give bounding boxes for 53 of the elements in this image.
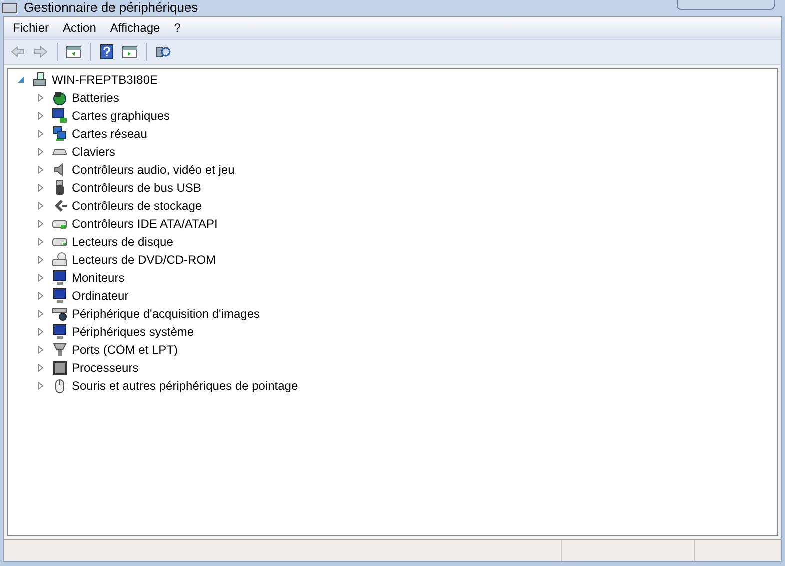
collapsed-arrow-icon[interactable] — [36, 345, 46, 355]
scanner-icon — [52, 306, 68, 322]
tree-item[interactable]: Contrôleurs de stockage — [72, 198, 202, 214]
collapsed-arrow-icon[interactable] — [36, 381, 46, 391]
window-icon — [2, 1, 18, 15]
monitor-icon — [52, 288, 68, 304]
tree-item[interactable]: Claviers — [72, 144, 116, 160]
tree-item[interactable]: Ports (COM et LPT) — [72, 342, 178, 358]
network-icon — [52, 126, 68, 142]
menu-item[interactable]: Fichier — [7, 19, 56, 37]
tree-item[interactable]: Contrôleurs IDE ATA/ATAPI — [72, 216, 218, 232]
menu-item[interactable]: ? — [168, 19, 187, 37]
collapsed-arrow-icon[interactable] — [36, 201, 46, 211]
tree-item[interactable]: Souris et autres périphériques de pointage — [72, 378, 298, 394]
tree-item[interactable]: Cartes réseau — [72, 126, 148, 142]
collapsed-arrow-icon[interactable] — [36, 93, 46, 103]
processor-icon — [52, 360, 68, 376]
port-connector-icon — [52, 342, 68, 358]
collapsed-arrow-icon[interactable] — [36, 111, 46, 121]
tree-item[interactable]: Cartes graphiques — [72, 108, 170, 124]
tree-item[interactable]: Contrôleurs audio, vidéo et jeu — [72, 162, 235, 178]
tree-item[interactable]: Contrôleurs de bus USB — [72, 180, 202, 196]
collapsed-arrow-icon[interactable] — [36, 327, 46, 337]
collapsed-arrow-icon[interactable] — [36, 129, 46, 139]
collapsed-arrow-icon[interactable] — [36, 273, 46, 283]
collapsed-arrow-icon[interactable] — [36, 255, 46, 265]
collapsed-arrow-icon[interactable] — [36, 309, 46, 319]
tree-item[interactable]: Ordinateur — [72, 288, 129, 304]
collapsed-arrow-icon[interactable] — [36, 291, 46, 301]
expanded-arrow-icon[interactable] — [16, 75, 26, 85]
dvd-drive-icon — [52, 252, 68, 268]
menu-item[interactable]: Action — [57, 19, 102, 37]
tree-item[interactable]: Processeurs — [72, 360, 139, 376]
tree-item[interactable]: Périphériques système — [72, 324, 194, 340]
collapsed-arrow-icon[interactable] — [36, 183, 46, 193]
tree-item[interactable]: WIN-FREPTB3I80E — [52, 72, 158, 88]
collapsed-arrow-icon[interactable] — [36, 363, 46, 373]
tree-item[interactable]: Lecteurs de DVD/CD-ROM — [72, 252, 216, 268]
computer-icon — [32, 72, 48, 88]
collapsed-arrow-icon[interactable] — [36, 147, 46, 157]
tree-item[interactable]: Lecteurs de disque — [72, 234, 174, 250]
tree-item[interactable]: Batteries — [72, 90, 120, 106]
collapsed-arrow-icon[interactable] — [36, 165, 46, 175]
tree-item[interactable]: Périphérique d'acquisition d'images — [72, 306, 260, 322]
tree-item[interactable]: Moniteurs — [72, 270, 125, 286]
display-card-icon — [52, 108, 68, 124]
battery-icon — [52, 90, 68, 106]
collapsed-arrow-icon[interactable] — [36, 219, 46, 229]
menu-item[interactable]: Affichage — [104, 19, 166, 37]
collapsed-arrow-icon[interactable] — [36, 237, 46, 247]
monitor-icon — [52, 270, 68, 286]
monitor-icon — [52, 324, 68, 340]
window-title: Gestionnaire de périphériques — [24, 0, 198, 16]
